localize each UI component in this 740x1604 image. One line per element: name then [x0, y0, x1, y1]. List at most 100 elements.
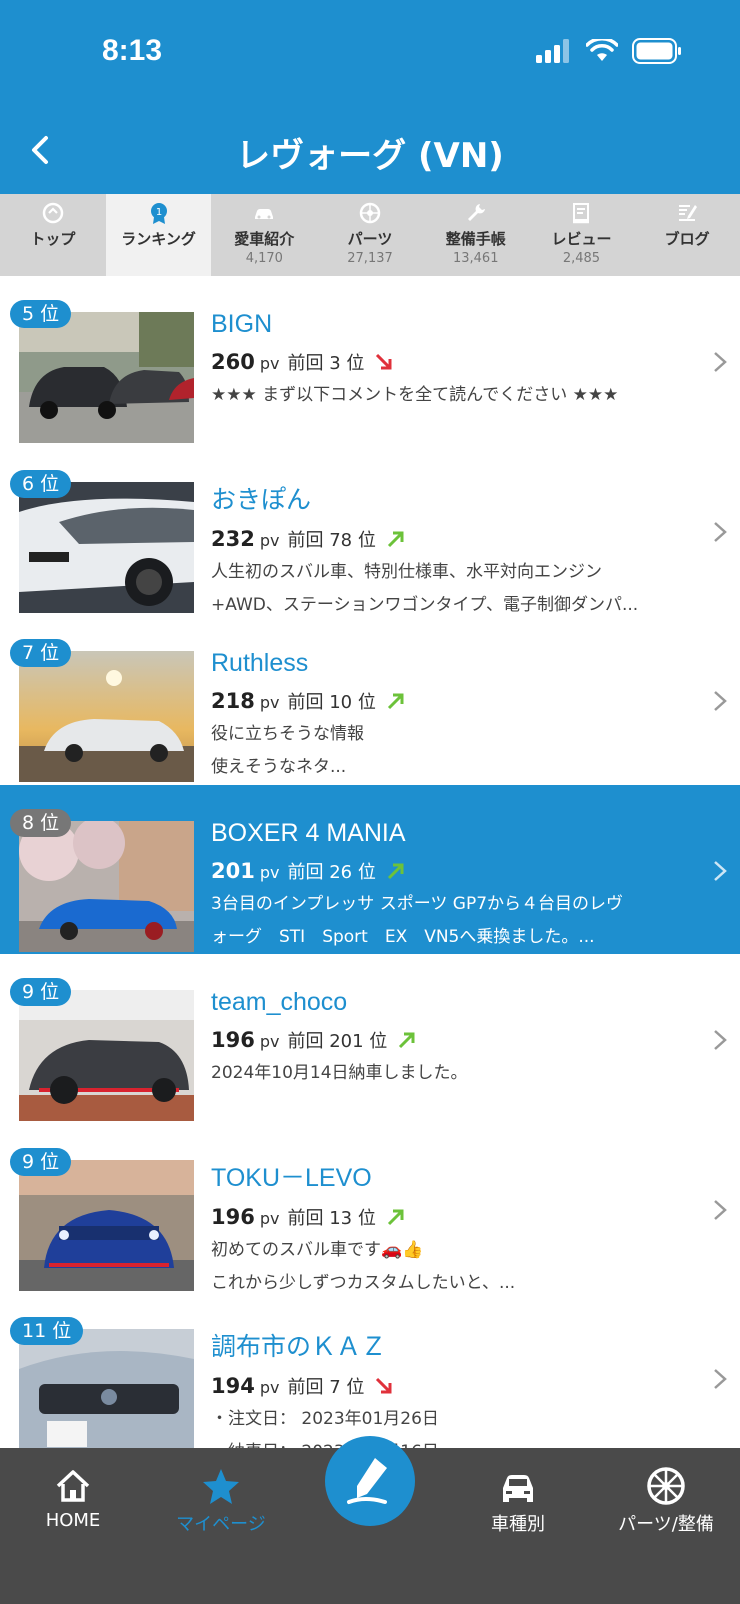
user-name: team_choco — [211, 988, 348, 1016]
ranking-row[interactable]: 7 位 Ruthless 218 pv 前回 10 位 役に立ちそうな情報 使えそう… — [0, 615, 740, 785]
trend-up-icon — [387, 531, 404, 547]
star-icon — [203, 1469, 239, 1504]
ranking-row[interactable]: 8 位 BOXER 4 MANIA 201 pv 前回 26 位 3台目のインプレッ… — [0, 784, 740, 954]
tab-label: ブログ — [664, 230, 710, 248]
previous-rank: 前回 13 位 — [287, 1207, 376, 1229]
nav-label: 車種別 — [491, 1514, 545, 1535]
nav-label: HOME — [45, 1510, 101, 1531]
user-name: BIGN — [211, 310, 273, 338]
tab-label: レビュー — [551, 230, 612, 248]
description-line-1: 3台目のインプレッサ スポーツ GP7から４台目のレヴ — [211, 893, 624, 914]
wifi-icon — [586, 39, 618, 61]
tab-ranking[interactable]: 1 ランキング — [105, 194, 212, 276]
user-name: 調布市のＫＡＺ — [211, 1333, 387, 1361]
trend-down-icon — [376, 1377, 392, 1394]
chevron-right-icon — [714, 1369, 727, 1389]
tab-car-intro[interactable]: 愛車紹介 4,170 — [211, 194, 317, 276]
car-photo — [19, 1329, 194, 1448]
pv-unit: pv — [259, 1208, 280, 1228]
description-line-2: これから少しずつカスタムしたいと、... — [211, 1272, 516, 1293]
bottom-nav: HOME マイページ 車種別 パーツ/整備 — [0, 1436, 740, 1604]
status-icons — [536, 38, 682, 64]
pv-unit: pv — [259, 693, 280, 712]
user-name: TOKU－LEVO — [211, 1163, 372, 1192]
nav-parts-maintenance[interactable]: パーツ/整備 — [591, 1466, 740, 1536]
top-bar: 8:13 レヴォーグ (VN) — [0, 0, 740, 194]
rank-badge: 11 位 — [10, 1317, 84, 1345]
description-line-2: +AWD、ステーションワゴンタイプ、電子制御ダンパ... — [211, 594, 639, 615]
nav-label: パーツ/整備 — [618, 1514, 714, 1535]
rank-badge: 8 位 — [10, 808, 72, 837]
pv-unit: pv — [259, 1378, 280, 1397]
previous-rank: 前回 78 位 — [287, 529, 376, 551]
trend-up-icon — [387, 863, 404, 879]
trend-up-icon — [387, 693, 404, 710]
ranking-row[interactable]: 9 位 team_choco 196 pv 前回 201 位 2024年10月14日… — [0, 954, 740, 1124]
rank-badge: 9 位 — [10, 978, 72, 1006]
tab-label: 整備手帳 — [445, 230, 506, 248]
user-name: おきぽん — [211, 485, 312, 514]
pv-unit: pv — [259, 862, 280, 882]
pv-count: 260 — [211, 350, 255, 374]
pv-count: 201 — [211, 858, 255, 883]
description-line-1: 人生初のスバル車、特別仕様車、水平対向エンジン — [211, 561, 602, 582]
page-title: レヴォーグ (VN) — [236, 136, 504, 176]
tab-top[interactable]: トップ — [0, 194, 106, 276]
tab-count: 4,170 — [245, 251, 283, 266]
chevron-right-icon — [714, 691, 727, 711]
description-line-2: ォーグ STI Sport EX VN5へ乗換ました。... — [211, 926, 595, 947]
user-name: BOXER 4 MANIA — [211, 818, 406, 847]
tab-blog[interactable]: ブログ — [634, 194, 740, 276]
ranking-row[interactable]: 6 位 おきぽん 232 pv 前回 78 位 人生初のスバル車、特別仕様車、水平対… — [0, 445, 740, 615]
user-name: Ruthless — [211, 649, 309, 677]
chevron-right-icon — [714, 1030, 727, 1050]
tab-review[interactable]: レビュー 2,485 — [529, 194, 635, 276]
pv-unit: pv — [259, 530, 280, 550]
chevron-right-icon — [714, 521, 727, 542]
pv-count: 196 — [211, 1028, 255, 1052]
pv-count: 232 — [211, 526, 255, 551]
category-tabs: トップ 1 ランキング 愛車紹介 4,170 パーツ 27,137 整備手帳 1… — [0, 194, 740, 276]
ranking-row[interactable]: 5 位 BIGN 260 pv 前回 3 位 ★★★ まず以下コメントを全て読んでく… — [0, 276, 740, 446]
rank-badge: 6 位 — [10, 469, 72, 498]
tab-count: 2,485 — [562, 251, 601, 266]
nav-mypage[interactable]: マイページ — [146, 1466, 296, 1536]
ranking-row[interactable]: 11 位 調布市のＫＡＺ 194 pv 前回 7 位 ・注文日： 2023年01月2… — [0, 1293, 740, 1448]
pv-unit: pv — [259, 1032, 280, 1051]
ranking-row[interactable]: 9 位 TOKU－LEVO 196 pv 前回 13 位 初めてのスバル車です🚗👍 … — [0, 1123, 740, 1293]
rank-badge: 9 位 — [10, 1147, 72, 1176]
description-line-2: 使えそうなネタ... — [211, 757, 347, 777]
chevron-right-icon — [714, 860, 727, 881]
trend-up-icon — [399, 1032, 415, 1049]
description-line-1: ・注文日： 2023年01月26日 — [211, 1409, 439, 1429]
wheel-icon — [359, 202, 381, 224]
car-photo — [19, 312, 194, 443]
tab-parts[interactable]: パーツ 27,137 — [317, 194, 423, 276]
description-line-1: 初めてのスバル車です🚗👍 — [211, 1239, 424, 1260]
blog-icon — [679, 205, 698, 221]
nav-home[interactable]: HOME — [0, 1466, 148, 1531]
home-icon — [56, 1470, 90, 1502]
car-photo — [19, 481, 194, 613]
car-photo — [19, 651, 194, 782]
previous-rank: 前回 26 位 — [287, 861, 376, 883]
tab-label: パーツ — [347, 230, 393, 248]
tab-label: トップ — [30, 230, 76, 248]
chevron-right-icon — [714, 352, 727, 372]
nav-car-model[interactable]: 車種別 — [443, 1466, 593, 1536]
pen-icon — [347, 1458, 387, 1504]
tab-maintenance[interactable]: 整備手帳 13,461 — [423, 194, 529, 276]
pv-count: 196 — [211, 1204, 255, 1229]
wheel-icon — [647, 1467, 685, 1505]
nav-label: マイページ — [176, 1514, 266, 1535]
ranking-list: 5 位 BIGN 260 pv 前回 3 位 ★★★ まず以下コメントを全て読んでく… — [0, 276, 740, 1448]
compose-button[interactable] — [325, 1436, 415, 1526]
rank-badge: 5 位 — [10, 300, 72, 328]
pv-count: 218 — [211, 689, 255, 713]
home-circle-icon — [42, 202, 64, 224]
description-line-1: ★★★ まず以下コメントを全て読んでください ★★★ — [211, 385, 619, 405]
previous-rank: 前回 3 位 — [287, 353, 365, 374]
description-line-1: 役に立ちそうな情報 — [211, 724, 364, 744]
wrench-icon — [467, 204, 485, 221]
tab-label: 愛車紹介 — [234, 230, 295, 248]
